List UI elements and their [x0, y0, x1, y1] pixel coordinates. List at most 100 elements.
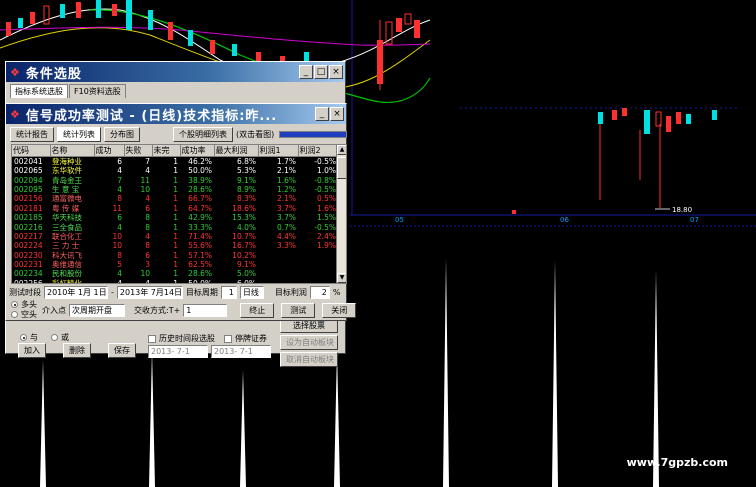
target-profit-input[interactable]: 2: [309, 286, 330, 299]
table-cell: 2.4%: [316, 231, 336, 241]
minimize-button[interactable]: _: [299, 65, 313, 79]
stock-name-cell: 东华软件: [52, 166, 82, 176]
signal-success-test-window[interactable]: ❖ 信号成功率测试 - (日线)技术指标:昨... _ × 统计报告 统计列表 …: [5, 103, 357, 321]
date-end-picker[interactable]: 2013年 7月14日: [116, 286, 183, 299]
history-date-from[interactable]: 2013- 7-1: [148, 345, 208, 358]
set-auto-sector-button[interactable]: 设为自动板块: [280, 335, 338, 350]
entry-point-select[interactable]: 次周期开盘: [69, 304, 125, 317]
date-label-06: 06: [560, 216, 569, 224]
table-cell: 6: [145, 203, 150, 213]
radio-long[interactable]: [11, 301, 18, 308]
column-header[interactable]: 利润2: [298, 145, 339, 157]
suspended-checkbox[interactable]: [224, 334, 232, 343]
stop-button[interactable]: 终止: [240, 303, 275, 318]
stock-name-cell: 奥维通信: [52, 260, 82, 270]
column-header[interactable]: 最大利润: [214, 145, 259, 157]
delete-button[interactable]: 删除: [63, 343, 91, 358]
table-cell: 2.1%: [276, 194, 296, 204]
minimize-button-2[interactable]: _: [315, 107, 329, 121]
tab-stock-detail-list[interactable]: 个股明细列表: [173, 127, 233, 142]
trade-mode-input[interactable]: 1: [183, 304, 228, 317]
table-row[interactable]: 002217 联合化工 10 4 1 71.4% 10.7% 4.4% 2.4%: [12, 232, 338, 241]
date-start-picker[interactable]: 2010年 1月 1日: [44, 286, 108, 299]
table-cell: 1: [173, 203, 178, 213]
column-header[interactable]: 代码: [12, 145, 51, 157]
table-cell: 11: [112, 203, 122, 213]
stock-name-cell: 三全食品: [52, 222, 82, 232]
signal-test-titlebar[interactable]: ❖ 信号成功率测试 - (日线)技术指标:昨... _ ×: [6, 104, 346, 124]
table-cell: 10: [112, 231, 122, 241]
tab-stats-list[interactable]: 统计列表: [57, 127, 101, 142]
column-header[interactable]: 成功: [94, 145, 125, 157]
target-period-unit-select[interactable]: 日线: [239, 286, 264, 299]
close-dialog-button[interactable]: 关闭: [322, 303, 357, 318]
column-header[interactable]: 未完: [152, 145, 181, 157]
condition-select-titlebar[interactable]: ❖ 条件选股 _ □ ×: [6, 62, 345, 82]
table-cell: 50.0%: [188, 278, 212, 284]
cancel-auto-sector-button[interactable]: 取消自动板块: [280, 352, 338, 367]
save-button[interactable]: 保存: [108, 343, 136, 358]
table-row[interactable]: 002181 粤 传 媒 11 6 1 64.7% 18.6% 3.7% 1.6%: [12, 204, 338, 213]
table-cell: 1: [173, 241, 178, 251]
tab-stats-report[interactable]: 统计报告: [10, 127, 54, 142]
table-row[interactable]: 002095 生 意 宝 4 10 1 28.6% 8.9% 1.2% -0.5%: [12, 185, 338, 194]
stock-name-cell: 联合化工: [52, 231, 82, 241]
table-cell: 1.6%: [316, 203, 336, 213]
stock-code-cell: 002156: [14, 194, 43, 204]
table-row[interactable]: 002256 彩虹精化 4 4 1 50.0% 6.0%: [12, 278, 338, 284]
table-row[interactable]: 002041 登海种业 6 7 1 46.2% 6.8% 1.7% -0.5%: [12, 157, 338, 167]
table-cell: 6: [117, 213, 122, 223]
table-cell: -0.5%: [314, 157, 336, 166]
table-cell: [298, 251, 338, 260]
test-button[interactable]: 测试: [281, 303, 316, 318]
target-period-label: 目标周期: [185, 288, 218, 297]
table-row[interactable]: 002230 科大讯飞 8 6 1 57.1% 10.2%: [12, 251, 338, 260]
table-row[interactable]: 002231 奥维通信 5 3 1 62.5% 9.1%: [12, 260, 338, 269]
table-row[interactable]: 002185 华天科技 6 8 1 42.9% 15.3% 3.7% 1.5%: [12, 213, 338, 222]
tab-indicator-select[interactable]: 指标系统选股: [10, 84, 68, 98]
table-cell: -0.5%: [314, 222, 336, 232]
table-cell: 1: [173, 250, 178, 260]
table-row[interactable]: 002234 民和股份 4 10 1 28.6% 5.0%: [12, 269, 338, 278]
tab-f10-select[interactable]: F10资料选股: [69, 84, 126, 98]
table-cell: 0.7%: [276, 222, 296, 232]
close-button-2[interactable]: ×: [330, 107, 344, 121]
table-row[interactable]: 002065 东华软件 4 4 1 50.0% 5.3% 2.1% 1.0%: [12, 166, 338, 175]
history-period-checkbox[interactable]: [148, 334, 156, 343]
table-cell: [258, 269, 298, 278]
table-cell: 8: [117, 194, 122, 204]
table-row[interactable]: 002216 三全食品 4 8 1 33.3% 4.0% 0.7% -0.5%: [12, 222, 338, 232]
table-cell: 50.0%: [188, 166, 212, 176]
grid-scrollbar[interactable]: ▲ ▼: [336, 145, 346, 283]
maximize-button[interactable]: □: [314, 65, 328, 79]
history-date-to[interactable]: 2013- 7-1: [211, 345, 271, 358]
radio-short[interactable]: [11, 311, 18, 318]
scroll-up-icon[interactable]: ▲: [337, 145, 346, 155]
close-button[interactable]: ×: [329, 65, 343, 79]
stock-name-cell: 生 意 宝: [52, 184, 80, 194]
table-row[interactable]: 002156 通富微电 8 4 1 66.7% 8.3% 2.1% 0.5%: [12, 194, 338, 203]
scroll-down-icon[interactable]: ▼: [337, 273, 346, 283]
table-row[interactable]: 002224 三 力 士 10 8 1 55.6% 16.7% 3.3% 1.9%: [12, 241, 338, 250]
history-period-label: 历史时间段选股: [159, 334, 215, 343]
table-cell: 5: [117, 260, 122, 270]
scroll-thumb[interactable]: [337, 157, 346, 179]
radio-or[interactable]: [51, 334, 58, 341]
table-cell: 0.5%: [316, 194, 336, 204]
radio-and[interactable]: [20, 334, 27, 341]
target-period-input[interactable]: 1: [220, 286, 237, 299]
column-header[interactable]: 失败: [124, 145, 153, 157]
table-row[interactable]: 002094 青岛金王 7 11 1 38.9% 9.1% 1.6% -0.8%: [12, 175, 338, 185]
tab-distribution[interactable]: 分布图: [104, 127, 140, 142]
column-header[interactable]: 名称: [50, 145, 95, 157]
table-cell: 28.6%: [188, 184, 212, 194]
column-header[interactable]: 利润1: [258, 145, 299, 157]
detail-hint: (双击看图): [236, 130, 275, 139]
test-period-label: 测试时段: [9, 288, 41, 297]
table-cell: 55.6%: [188, 241, 212, 251]
date-label-07: 07: [690, 216, 699, 224]
add-button[interactable]: 加入: [18, 343, 46, 358]
results-grid[interactable]: 代码 名称 成功 失败 未完 成功率 最大利润 利润1 利润2 002041 登海种业 6 7 1 46.…: [11, 144, 347, 284]
table-cell: 4.0%: [236, 222, 256, 232]
column-header[interactable]: 成功率: [180, 145, 215, 157]
